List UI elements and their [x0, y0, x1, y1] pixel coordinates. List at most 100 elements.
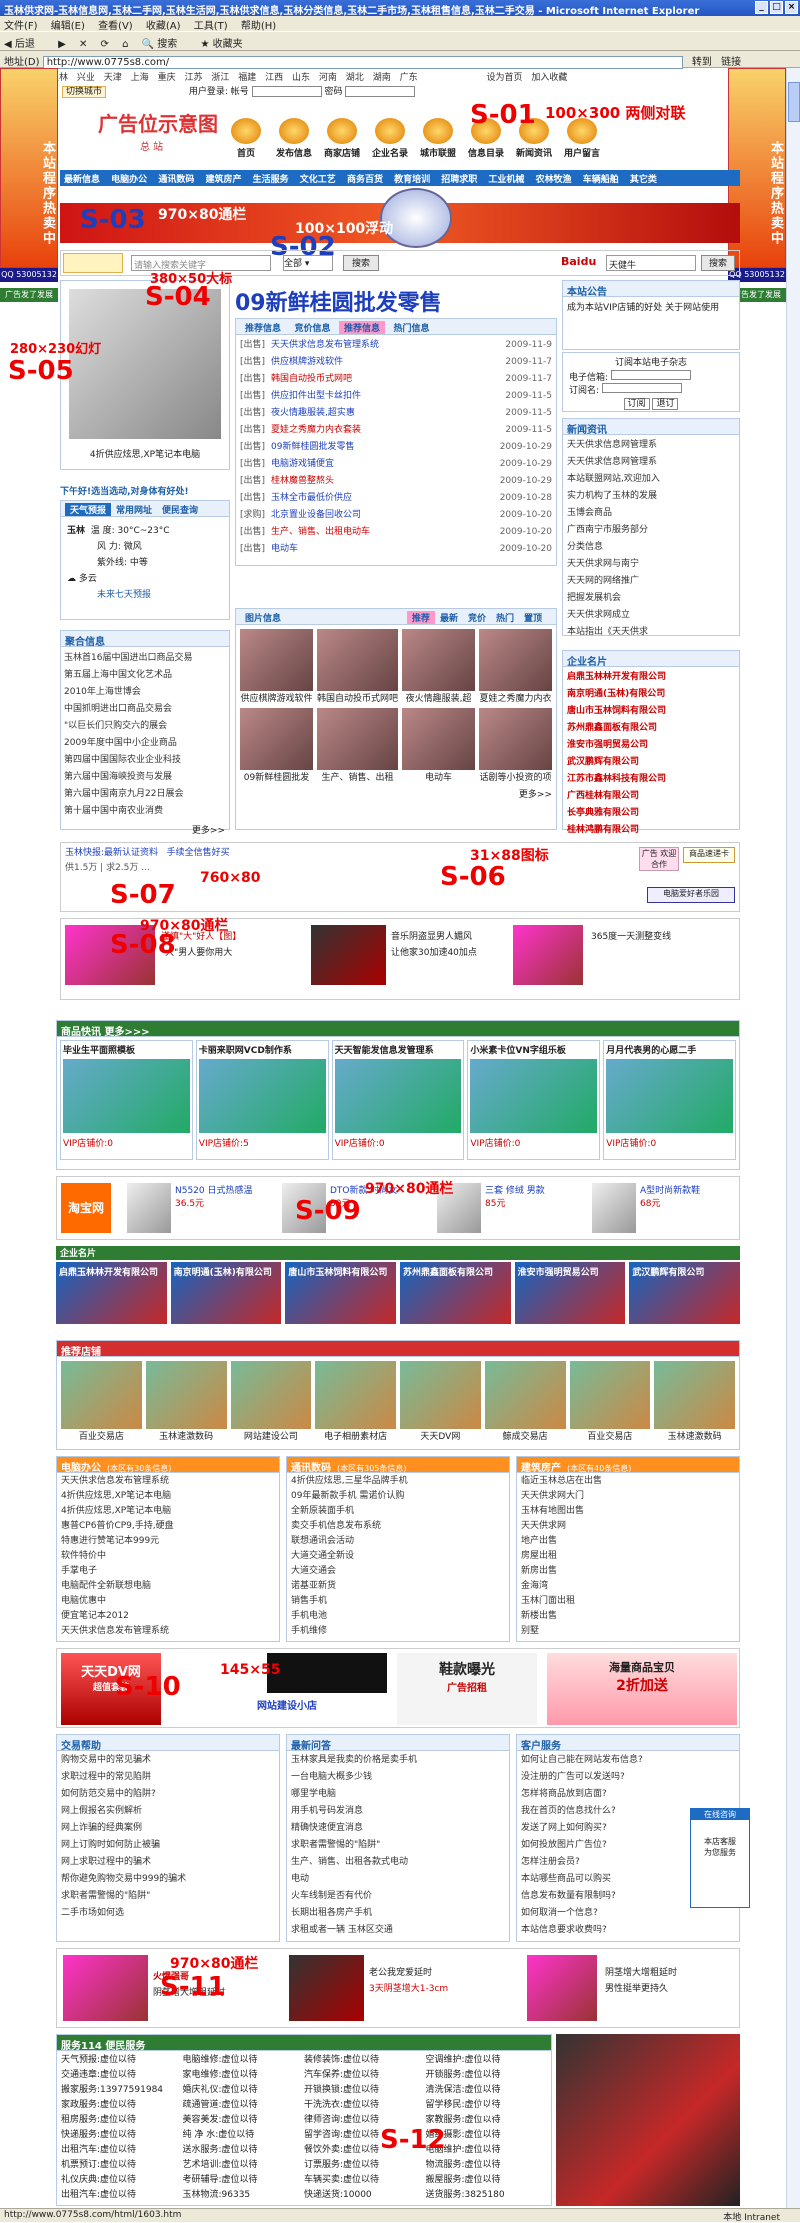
- biz-more-link[interactable]: 更多>>: [61, 823, 229, 836]
- ad2-title-2[interactable]: 老公我宠爱延时: [369, 1965, 432, 1978]
- photo-caption[interactable]: 供应棋牌游戏软件: [240, 691, 313, 704]
- vip-card-title[interactable]: 天天智能发信息发管理系: [335, 1043, 462, 1056]
- service-link[interactable]: 空调维护:虚位以待: [426, 2053, 548, 2068]
- tab-life-query[interactable]: 便民查询: [157, 503, 203, 516]
- shop-item[interactable]: 玉林速激数码: [654, 1361, 735, 1442]
- tab-recommend[interactable]: 推荐信息: [240, 321, 286, 334]
- shop-item[interactable]: 电子相册素材店: [315, 1361, 396, 1442]
- category-item[interactable]: 大道交通会: [291, 1564, 505, 1579]
- bottom-item[interactable]: 求职者需警惕的"陷阱": [61, 1888, 275, 1905]
- partner-icon-2[interactable]: 商品速递卡: [683, 847, 735, 863]
- marquee-l3[interactable]: 手续全信售好买: [167, 848, 230, 858]
- company-item[interactable]: 南京明通(玉林)有限公司: [567, 686, 735, 703]
- category-item[interactable]: 手掌电子: [61, 1564, 275, 1579]
- photo-caption[interactable]: 电动车: [402, 770, 475, 783]
- biz-item[interactable]: 玉林首16届中国进出口商品交易: [64, 650, 226, 667]
- city-link[interactable]: 福建: [238, 73, 256, 83]
- cat-link[interactable]: 其它类: [630, 175, 657, 185]
- vip-card-image[interactable]: [334, 1059, 462, 1133]
- photo-tab[interactable]: 推荐: [406, 611, 435, 624]
- city-link[interactable]: 江西: [265, 73, 283, 83]
- category-item[interactable]: 天天供求信息发布管理系统: [61, 1624, 275, 1639]
- service-link[interactable]: 快递送货:10000: [304, 2188, 426, 2203]
- biz-item[interactable]: 第六届中国海峡投资与发展: [64, 769, 226, 786]
- switch-city[interactable]: 切换城市: [62, 86, 107, 98]
- brand-ad-text[interactable]: 网站建设小店: [257, 1697, 317, 1712]
- service-link[interactable]: 疏通管道:虚位以待: [183, 2098, 305, 2113]
- category-item[interactable]: 天天供求网大门: [521, 1489, 735, 1504]
- photo-item[interactable]: 电动车: [402, 708, 475, 783]
- partner-icon-1[interactable]: 广告 欢迎合作: [639, 847, 679, 871]
- service-link[interactable]: 婚庆礼仪:虚位以待: [183, 2083, 305, 2098]
- item-title[interactable]: 北京置业设备回收公司: [271, 510, 361, 520]
- tab-bidding[interactable]: 竞价信息: [290, 321, 336, 334]
- category-item[interactable]: 电脑配件全新联想电脑: [61, 1579, 275, 1594]
- service-link[interactable]: 送货服务:3825180: [426, 2188, 548, 2203]
- tab-recommend-2[interactable]: 推荐信息: [339, 321, 386, 334]
- shop-name[interactable]: 百业交易店: [570, 1429, 651, 1442]
- search-category-select[interactable]: 全部 ▾: [283, 255, 333, 271]
- slider-caption[interactable]: 4折供应炫思,XP笔记本电脑: [61, 447, 229, 460]
- cat-link[interactable]: 农林牧渔: [536, 175, 572, 185]
- cat-link[interactable]: 建筑房产: [205, 175, 241, 185]
- city-link[interactable]: 上海: [131, 73, 149, 83]
- category-item[interactable]: 玉林门面出租: [521, 1594, 735, 1609]
- taobao-item[interactable]: N5520 日式热感温 36.5元: [127, 1183, 275, 1235]
- company-item[interactable]: 江苏市鑫林科技有限公司: [567, 771, 735, 788]
- partner-icon-3[interactable]: 电脑爱好者乐园: [647, 887, 735, 903]
- service-link[interactable]: 开锁服务:虚位以待: [426, 2068, 548, 2083]
- tab-common-sites[interactable]: 常用网址: [111, 503, 157, 516]
- category-item[interactable]: 手机电池: [291, 1609, 505, 1624]
- bottom-item[interactable]: 网上诈骗的经典案例: [61, 1820, 275, 1837]
- bottom-item[interactable]: 火车线制是否有代价: [291, 1888, 505, 1905]
- vip-card[interactable]: 小米素卡位VN字组乐板 VIP店铺价:0: [467, 1040, 601, 1160]
- category-item[interactable]: 大道交通全新设: [291, 1549, 505, 1564]
- category-item[interactable]: 卖交手机信息发布系统: [291, 1519, 505, 1534]
- ad-image-3[interactable]: [513, 925, 583, 985]
- ad2-sub-2[interactable]: 3天阴茎增大1-3cm: [369, 1981, 448, 1994]
- cat-link[interactable]: 最新信息: [64, 175, 100, 185]
- shop-thumb[interactable]: [569, 1361, 651, 1429]
- bottom-item[interactable]: 帮你避免购物交易中999的骗术: [61, 1871, 275, 1888]
- cat-link[interactable]: 车辆船舶: [583, 175, 619, 185]
- nav-home[interactable]: 首页: [225, 118, 267, 159]
- category-item[interactable]: 手机维修: [291, 1624, 505, 1639]
- photo-thumbnail[interactable]: [402, 629, 475, 691]
- photo-item[interactable]: 夜火情趣服装,超: [402, 629, 475, 704]
- photo-caption[interactable]: 话剧等小投资的项: [479, 770, 552, 783]
- taobao-thumb[interactable]: [127, 1183, 171, 1233]
- company-tile[interactable]: 武汉鹏辉有限公司: [629, 1262, 740, 1324]
- item-title[interactable]: 电脑游戏铺便宜: [271, 459, 334, 469]
- item-title[interactable]: 韩国自动投币式网吧: [271, 374, 352, 384]
- shop-name[interactable]: 鲸成交易店: [485, 1429, 566, 1442]
- photo-caption[interactable]: 夜火情趣服装,超: [402, 691, 475, 704]
- nav-post[interactable]: 发布信息: [273, 118, 315, 159]
- list-item[interactable]: [出售] 桂林魔兽整熬头 2009-10-29: [240, 473, 552, 490]
- list-item[interactable]: [出售] 电动车 2009-10-20: [240, 541, 552, 558]
- shop-thumb[interactable]: [61, 1361, 142, 1429]
- service-link[interactable]: 机票预订:虚位以待: [61, 2158, 183, 2173]
- go-button[interactable]: 转到: [692, 57, 712, 68]
- shop-name[interactable]: 电子相册素材店: [315, 1429, 396, 1442]
- photo-thumbnail[interactable]: [240, 629, 313, 691]
- news-item[interactable]: 天天供求信息网管理系: [567, 454, 735, 471]
- tab-weather[interactable]: 天气预报: [65, 503, 112, 516]
- bottom-item[interactable]: 本站信息要求收费吗?: [521, 1922, 735, 1939]
- home-icon[interactable]: ⌂: [122, 39, 128, 50]
- photo-caption[interactable]: 夏娃之秀魔力内衣: [479, 691, 552, 704]
- vip-card[interactable]: 卡丽来职网VCD制作系 VIP店铺价:5: [195, 1040, 329, 1160]
- list-item[interactable]: [出售] 09新鲜桂圆批发零售 2009-10-29: [240, 439, 552, 456]
- list-item[interactable]: [出售] 玉林全市最低价供应 2009-10-28: [240, 490, 552, 507]
- service-link[interactable]: 天气预报:虚位以待: [61, 2053, 183, 2068]
- bag-ad[interactable]: 海量商品宝贝 2折加送: [547, 1653, 737, 1725]
- bottom-item[interactable]: 求职者需警惕的"陷阱": [291, 1837, 505, 1854]
- biz-item[interactable]: 2009年度中国中小企业商品: [64, 735, 226, 752]
- news-item[interactable]: 玉博会商品: [567, 505, 735, 522]
- cat-link[interactable]: 文化工艺: [300, 175, 336, 185]
- biz-item[interactable]: 2010年上海世博会: [64, 684, 226, 701]
- bottom-item[interactable]: 求职过程中的常见陷阱: [61, 1769, 275, 1786]
- city-link[interactable]: 湖北: [346, 73, 364, 83]
- stop-icon[interactable]: ✕: [79, 39, 87, 50]
- left-publish-btn[interactable]: 广告发了发展: [0, 288, 58, 302]
- list-item[interactable]: [出售] 供应扣件出型卡丝扣件 2009-11-5: [240, 388, 552, 405]
